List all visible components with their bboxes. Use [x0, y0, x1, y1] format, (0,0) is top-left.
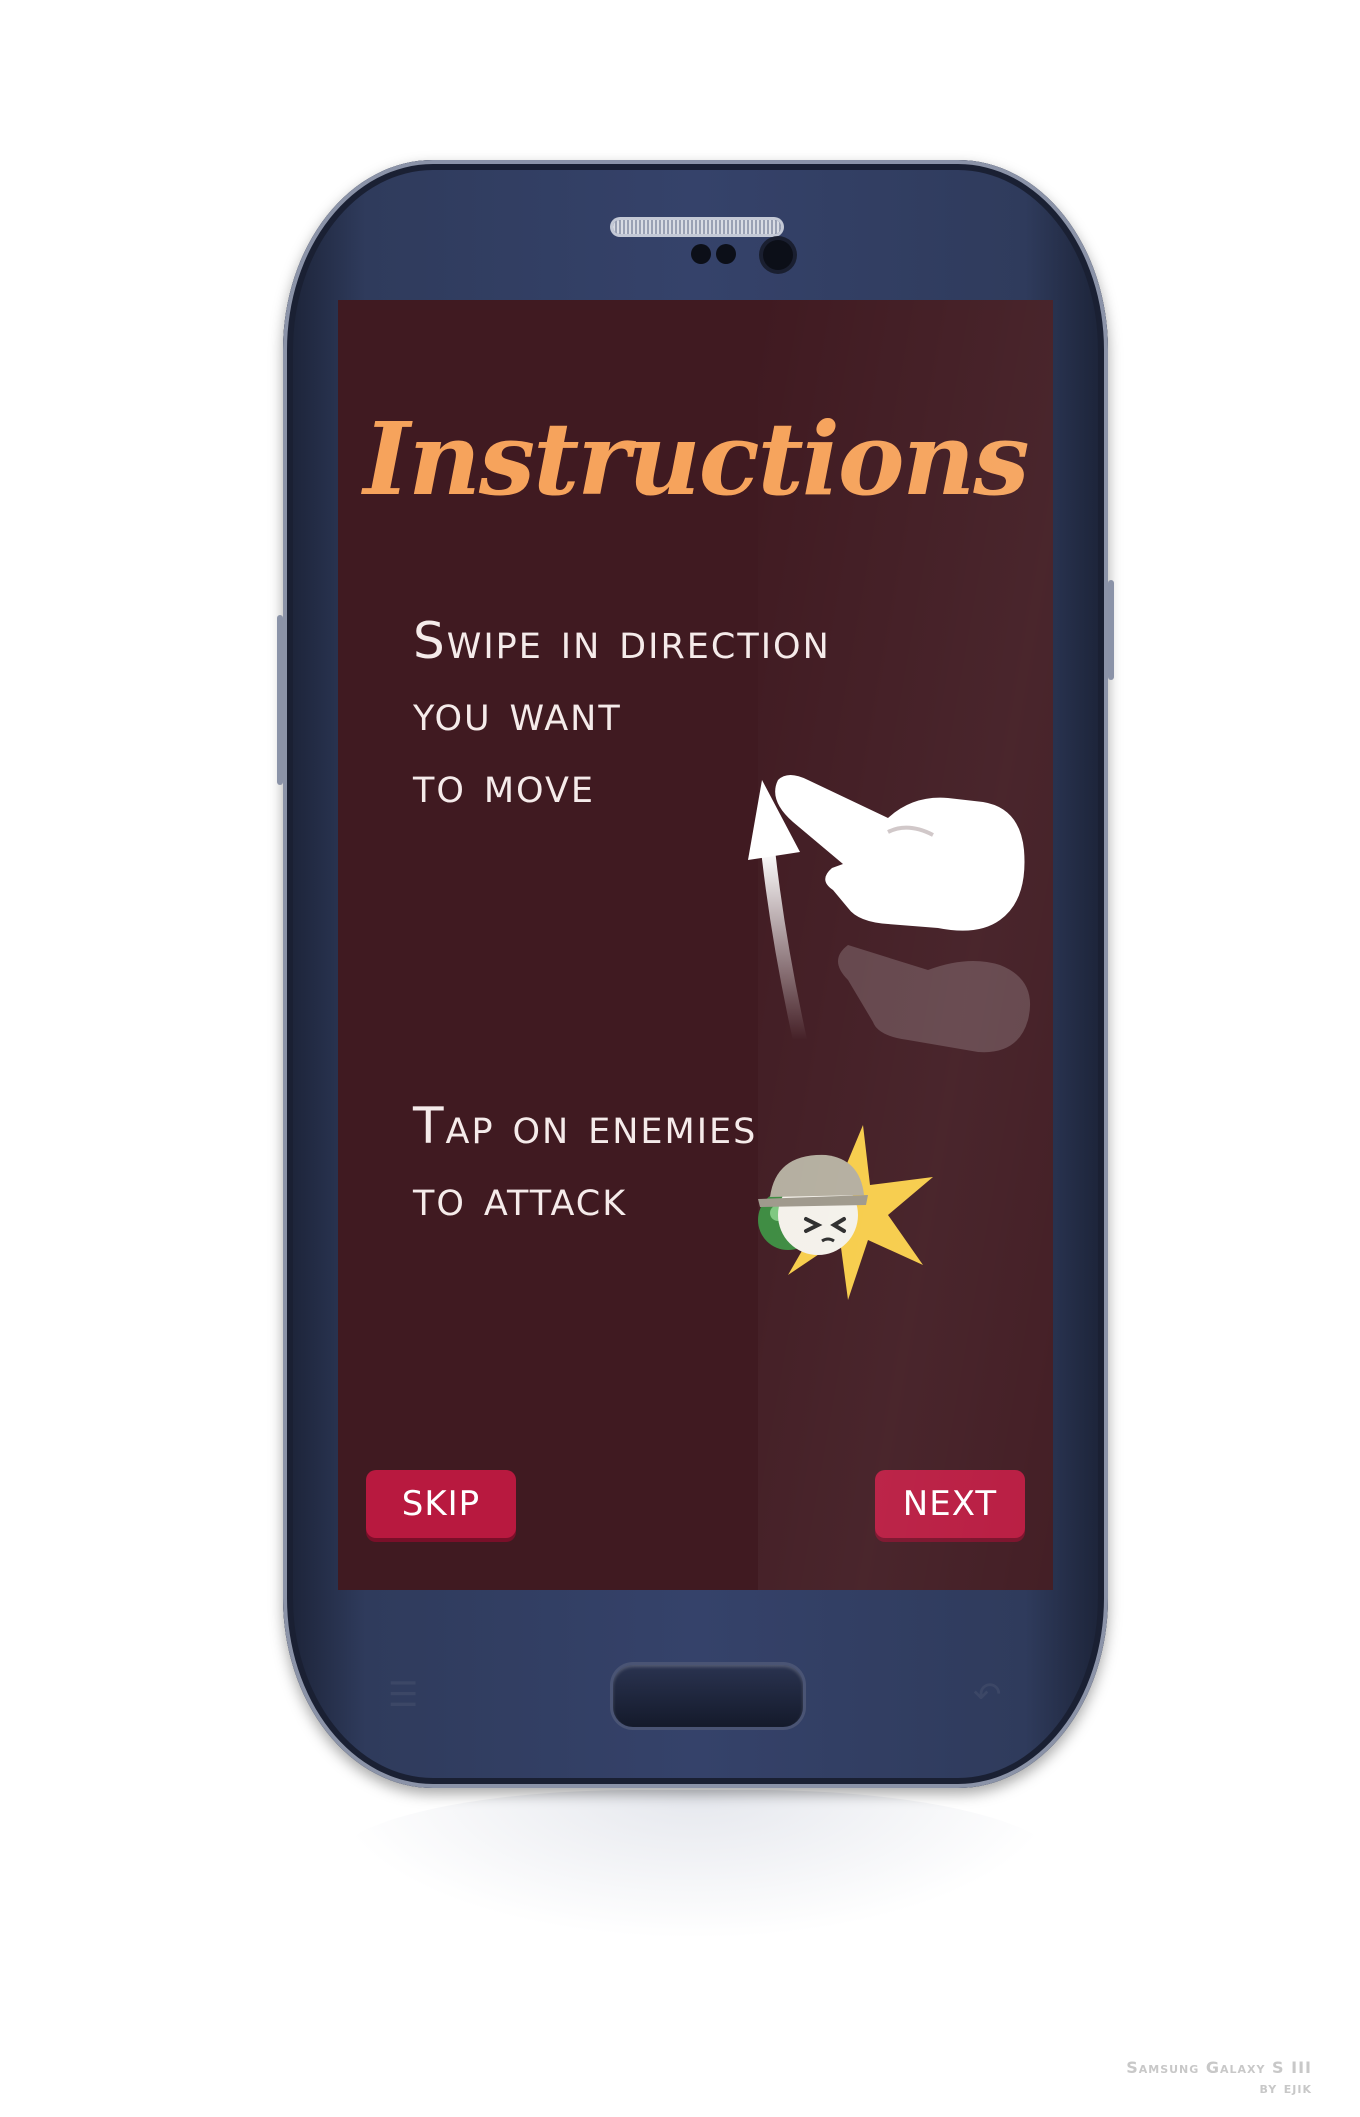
tap-instruction: Tap on enemies to attack [413, 1090, 757, 1234]
swipe-instruction-line: Swipe in direction [413, 612, 831, 670]
proximity-sensor [691, 244, 711, 264]
front-camera [763, 240, 793, 270]
enemy-attack-icon [758, 1125, 933, 1300]
volume-button [277, 615, 283, 785]
earpiece-speaker [613, 220, 781, 234]
power-button [1108, 580, 1114, 680]
page-title: Instructions [363, 400, 1029, 518]
tap-instruction-line: Tap on enemies [413, 1097, 758, 1155]
home-button[interactable] [613, 1665, 803, 1727]
back-key-icon[interactable]: ↶ [973, 1675, 1002, 1715]
menu-key-icon[interactable]: ☰ [388, 1675, 418, 1715]
swipe-instruction-line: you want [413, 684, 622, 742]
light-sensor [716, 244, 736, 264]
phone-reflection [330, 1790, 1060, 1940]
skip-button[interactable]: SKIP [366, 1470, 516, 1538]
swipe-gesture-icon [748, 775, 1031, 1053]
phone-frame: Instructions Swipe in direction you want… [277, 160, 1114, 1788]
device-name: Samsung Galaxy S III [1126, 2058, 1312, 2077]
next-button[interactable]: NEXT [875, 1470, 1025, 1538]
device-credit: by ejik [1259, 2078, 1312, 2097]
tap-instruction-line: to attack [413, 1169, 628, 1227]
game-screen: Instructions Swipe in direction you want… [338, 300, 1053, 1590]
device-caption: Samsung Galaxy S III by ejik [1126, 2058, 1312, 2098]
